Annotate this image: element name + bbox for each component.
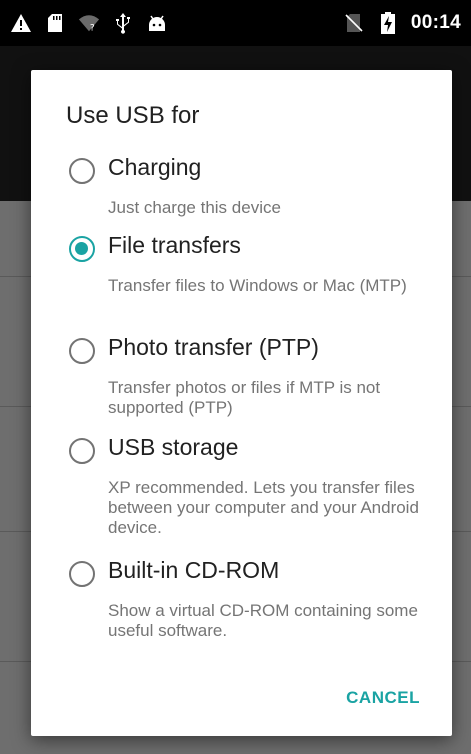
usb-icon: [112, 12, 134, 34]
option-description: Show a virtual CD-ROM containing some us…: [108, 601, 418, 640]
option-label: Built-in CD-ROM: [108, 557, 280, 583]
option-label: Charging: [108, 154, 202, 180]
option-description: XP recommended. Lets you transfer files …: [108, 478, 419, 537]
radio-button[interactable]: [69, 158, 95, 184]
radio-button[interactable]: [69, 236, 95, 262]
status-right-icons: 00:14: [343, 12, 461, 34]
sd-card-icon: [44, 12, 66, 34]
radio-button[interactable]: [69, 338, 95, 364]
option-description: Transfer files to Windows or Mac (MTP): [108, 276, 407, 295]
option-label: USB storage: [108, 434, 239, 460]
status-bar: ? 00:14: [0, 0, 471, 46]
usb-mode-dialog: Use USB for Charging Just charge this de…: [31, 70, 452, 736]
option-label: Photo transfer (PTP): [108, 334, 319, 360]
wifi-no-connection-icon: ?: [78, 12, 100, 34]
dialog-title: Use USB for: [66, 102, 200, 129]
warning-icon: [10, 12, 32, 34]
battery-charging-icon: [377, 12, 399, 34]
cancel-button[interactable]: CANCEL: [346, 688, 420, 708]
radio-button[interactable]: [69, 561, 95, 587]
option-label: File transfers: [108, 232, 241, 258]
option-description: Just charge this device: [108, 198, 281, 217]
radio-button[interactable]: [69, 438, 95, 464]
status-left-icons: ?: [10, 12, 168, 34]
svg-text:?: ?: [90, 22, 95, 33]
option-description: Transfer photos or files if MTP is not s…: [108, 378, 381, 417]
no-sim-icon: [343, 12, 365, 34]
clock: 00:14: [410, 12, 461, 33]
android-icon: [146, 12, 168, 34]
